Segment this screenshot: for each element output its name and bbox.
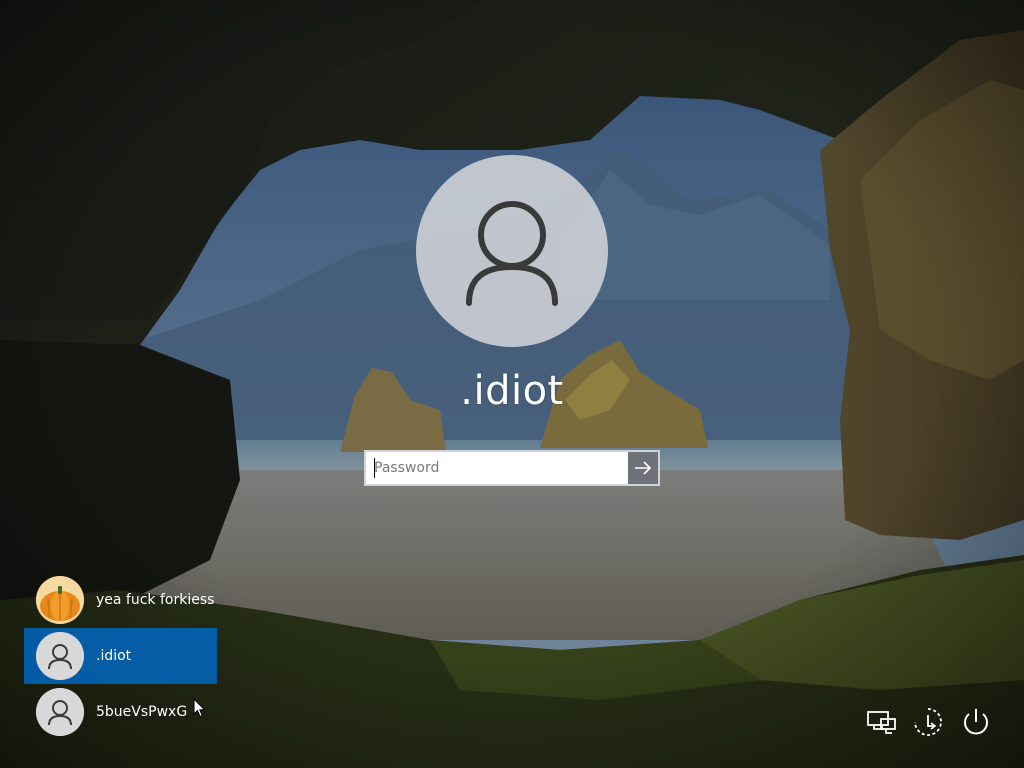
pumpkin-avatar	[36, 576, 84, 624]
lock-screen: .idiot yea fuck forkiess .idiot 5bueVsPw…	[0, 0, 1024, 768]
system-tray	[860, 704, 1000, 740]
current-username: .idiot	[460, 368, 564, 414]
user-silhouette-icon	[36, 632, 84, 680]
password-input[interactable]	[368, 454, 624, 482]
user-list-item-idiot[interactable]: .idiot	[24, 628, 217, 684]
user-silhouette-icon	[36, 688, 84, 736]
user-avatar-small	[36, 632, 84, 680]
pumpkin-icon	[36, 576, 84, 624]
user-avatar-small	[36, 688, 84, 736]
user-silhouette-icon	[466, 201, 558, 306]
password-box	[364, 450, 660, 486]
user-list-item-5buevspwxg[interactable]: 5bueVsPwxG	[24, 684, 217, 740]
ease-of-access-icon	[914, 708, 942, 736]
network-button[interactable]	[864, 704, 900, 740]
text-caret	[374, 458, 375, 478]
power-icon	[964, 709, 988, 735]
ease-of-access-button[interactable]	[910, 704, 946, 740]
user-list-label: .idiot	[96, 648, 132, 664]
power-button[interactable]	[958, 704, 994, 740]
sign-in-submit-button[interactable]	[628, 452, 658, 484]
network-icon	[867, 711, 896, 734]
user-list-label: 5bueVsPwxG	[96, 704, 188, 720]
arrow-right-icon	[635, 461, 652, 475]
user-avatar-large	[416, 155, 608, 347]
mouse-pointer-icon	[193, 698, 206, 718]
user-list-item-forkiess[interactable]: yea fuck forkiess	[24, 572, 217, 628]
user-list-label: yea fuck forkiess	[96, 592, 215, 608]
